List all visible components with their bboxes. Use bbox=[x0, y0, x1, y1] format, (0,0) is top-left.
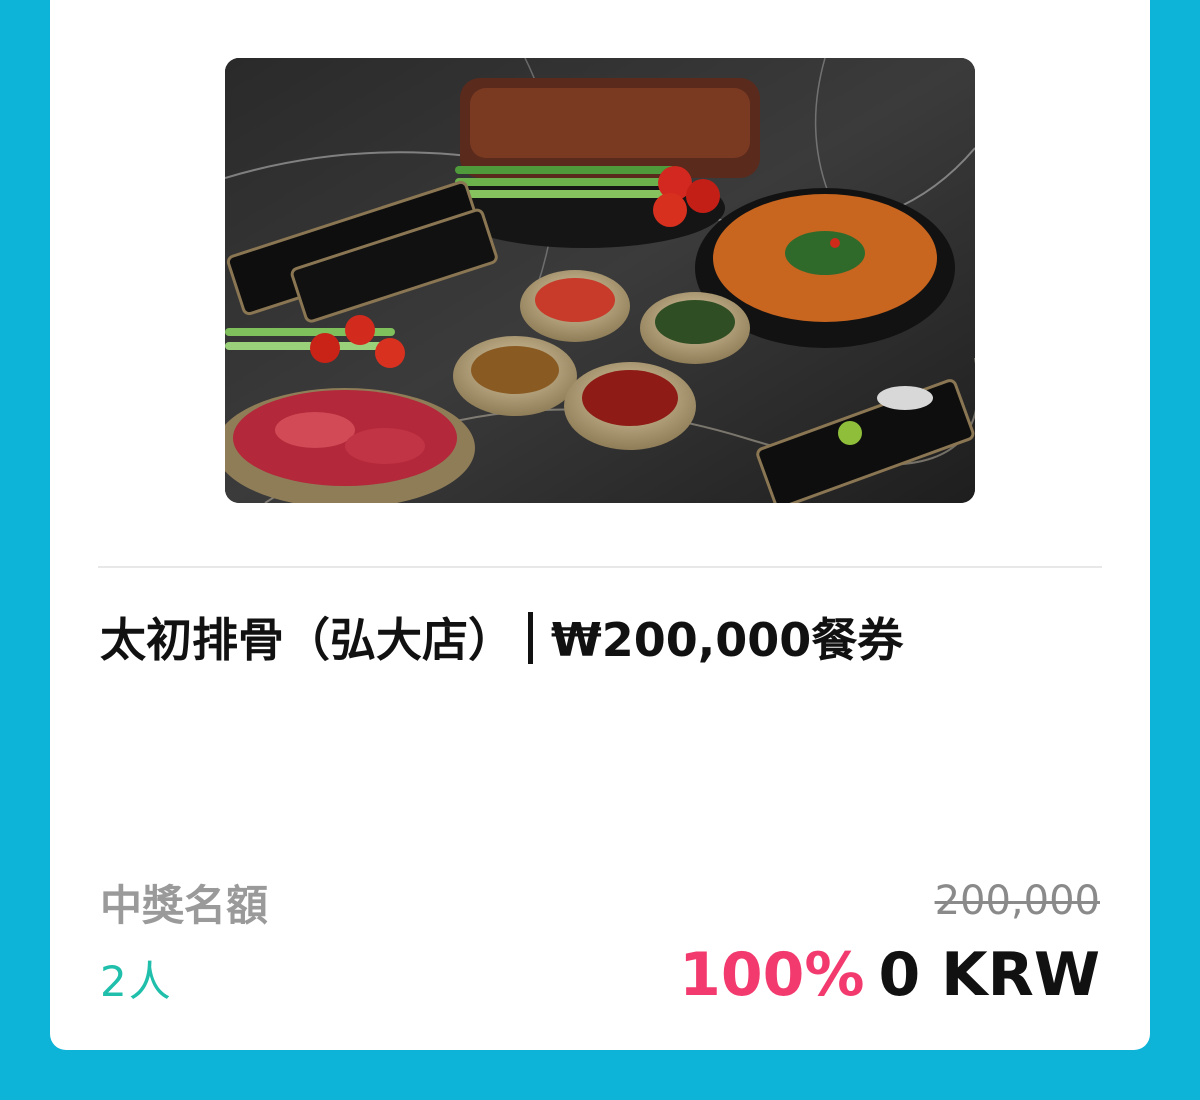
product-image bbox=[225, 58, 975, 503]
product-card[interactable]: 太初排骨（弘大店） ₩200,000餐券 中獎名額 2人 200,000 100%… bbox=[50, 0, 1150, 1050]
restaurant-name: 太初排骨（弘大店） bbox=[100, 613, 514, 667]
winners-label: 中獎名額 bbox=[100, 881, 269, 930]
product-title[interactable]: 太初排骨（弘大店） ₩200,000餐券 bbox=[100, 604, 1100, 670]
title-separator bbox=[528, 612, 533, 664]
divider bbox=[98, 566, 1102, 568]
winners-count: 2人 bbox=[100, 957, 173, 1006]
price-row: 100% 0 KRW bbox=[679, 940, 1100, 1010]
original-price: 200,000 bbox=[934, 878, 1100, 924]
final-price: 0 KRW bbox=[878, 940, 1100, 1010]
discount-percent: 100% bbox=[679, 940, 865, 1010]
voucher-value: ₩200,000餐券 bbox=[551, 613, 904, 667]
